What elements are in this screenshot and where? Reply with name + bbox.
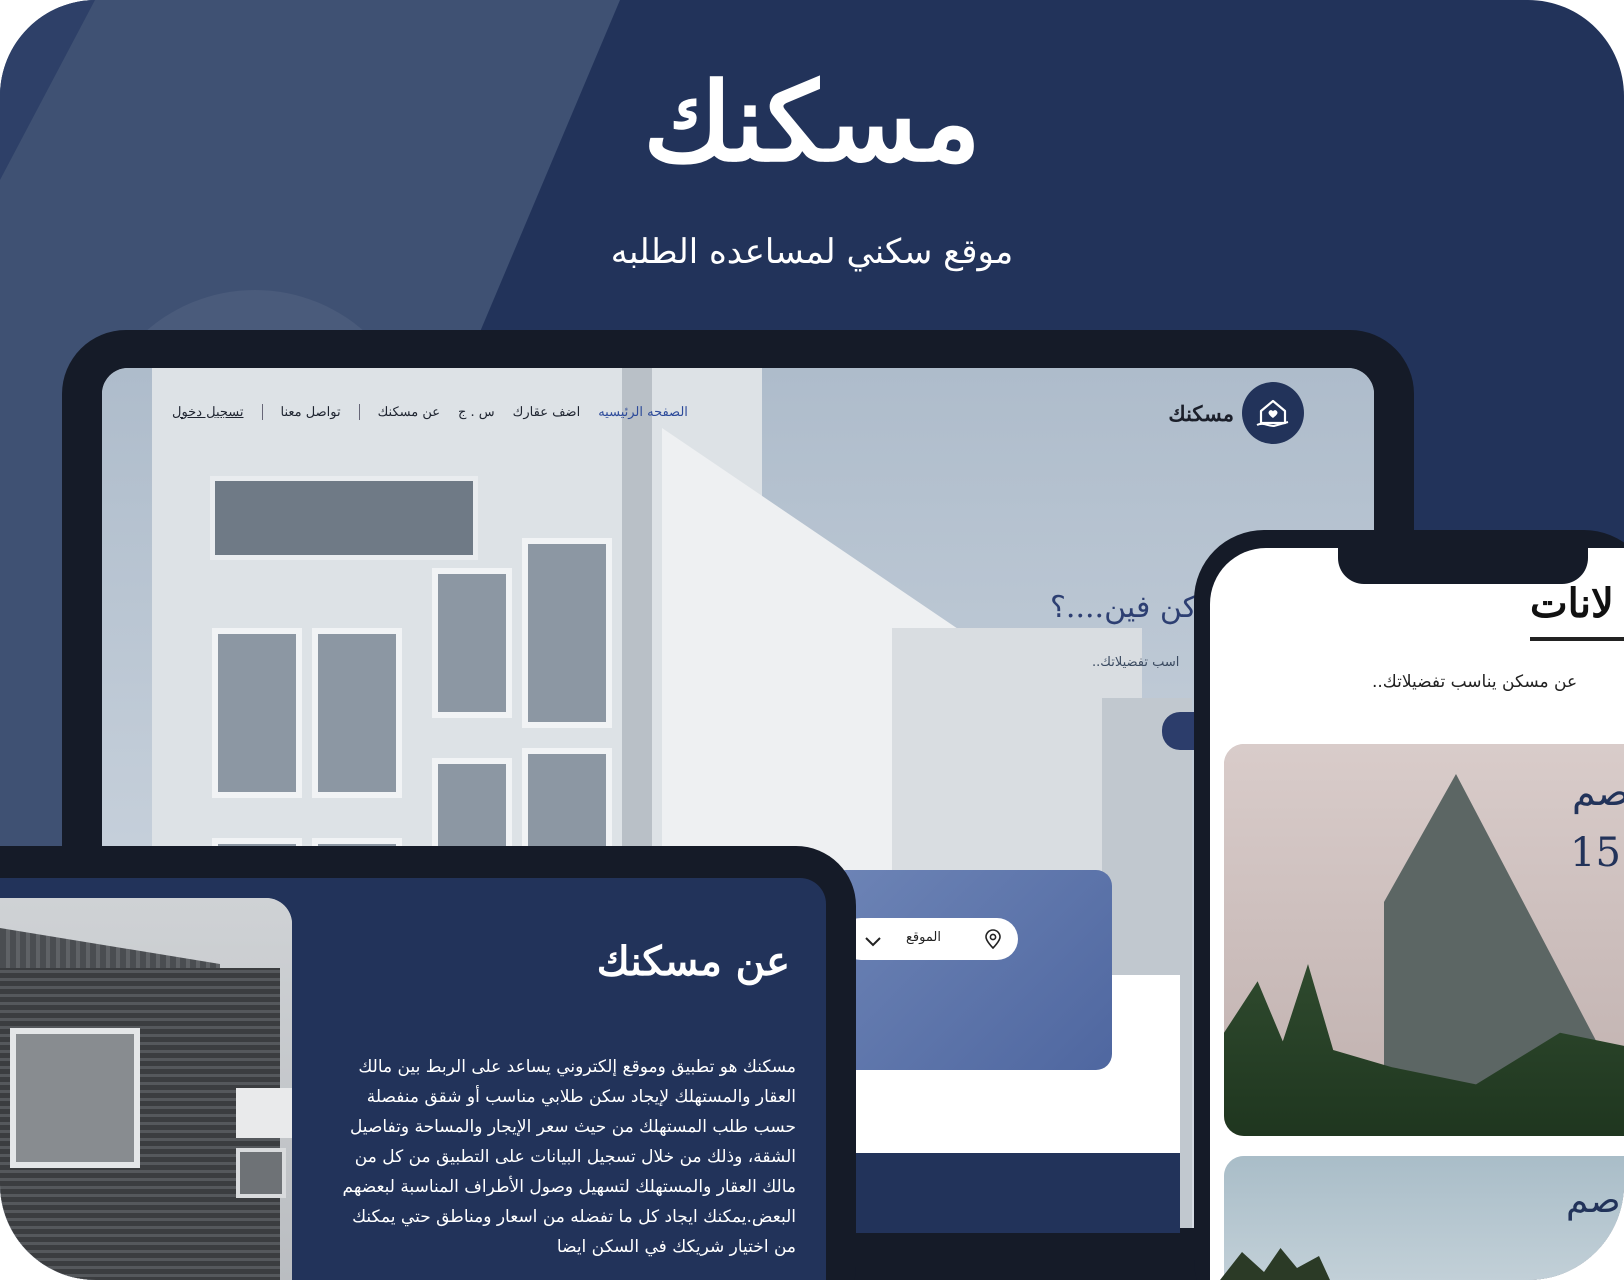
phone-notch bbox=[1338, 548, 1588, 584]
building-window bbox=[432, 568, 512, 718]
photo-balcony bbox=[236, 1088, 292, 1138]
home-heart-logo-icon bbox=[1242, 382, 1304, 444]
tablet-navbar: مسكنك الصفحه الرئيسيه اضف عقارك س . ج عن… bbox=[102, 368, 1374, 454]
listing-price: 15 bbox=[1570, 830, 1621, 876]
nav-add-property[interactable]: اضف عقارك bbox=[513, 405, 581, 420]
brand[interactable]: مسكنك bbox=[1168, 382, 1304, 444]
nav-contact[interactable]: تواصل معنا bbox=[281, 405, 341, 420]
nav-login[interactable]: تسجيل دخول bbox=[172, 405, 244, 420]
search-panel bbox=[830, 870, 1112, 1070]
listings-subtitle: عن مسكن يناسب تفضيلاتك.. bbox=[1372, 672, 1578, 692]
chevron-down-icon[interactable] bbox=[864, 933, 882, 952]
showcase-canvas: مسكنك موقع سكني لمساعده الطلبه مسكنك الص… bbox=[0, 0, 1624, 1280]
hero-question-subtext: اسب تفضيلاتك.. bbox=[1092, 655, 1180, 670]
photo-window bbox=[10, 1028, 140, 1168]
hero-title: مسكنك bbox=[643, 60, 981, 186]
tablet-footer-band bbox=[830, 1153, 1180, 1233]
nav-divider bbox=[261, 404, 263, 420]
building-balcony bbox=[210, 476, 478, 560]
nav-home[interactable]: الصفحه الرئيسيه bbox=[598, 405, 688, 420]
nav-about[interactable]: عن مسكنك bbox=[378, 405, 440, 420]
location-label: الموقع bbox=[906, 930, 941, 945]
about-title: عن مسكنك bbox=[596, 938, 790, 985]
photo-window bbox=[236, 1148, 286, 1198]
about-paragraph: مسكنك هو تطبيق وموقع إلكتروني يساعد على … bbox=[342, 1057, 796, 1257]
hero-question: كن فين....؟ bbox=[1050, 590, 1197, 625]
listing-location: صم bbox=[1566, 1180, 1621, 1221]
listing-location: صم bbox=[1572, 770, 1624, 814]
nav-faq[interactable]: س . ج bbox=[458, 405, 495, 420]
about-photo bbox=[0, 898, 292, 1280]
listings-title: لانات bbox=[1530, 580, 1614, 627]
listings-title-underline bbox=[1530, 637, 1624, 641]
listing-card[interactable] bbox=[1224, 744, 1624, 1136]
brand-name: مسكنك bbox=[1168, 400, 1234, 426]
nav-links: الصفحه الرئيسيه اضف عقارك س . ج عن مسكنك… bbox=[172, 404, 688, 420]
map-pin-icon bbox=[984, 929, 1002, 953]
building-window bbox=[522, 538, 612, 728]
hero-subtitle: موقع سكني لمساعده الطلبه bbox=[610, 232, 1014, 272]
building-window bbox=[212, 628, 302, 798]
nav-divider bbox=[358, 404, 360, 420]
building-window bbox=[312, 628, 402, 798]
